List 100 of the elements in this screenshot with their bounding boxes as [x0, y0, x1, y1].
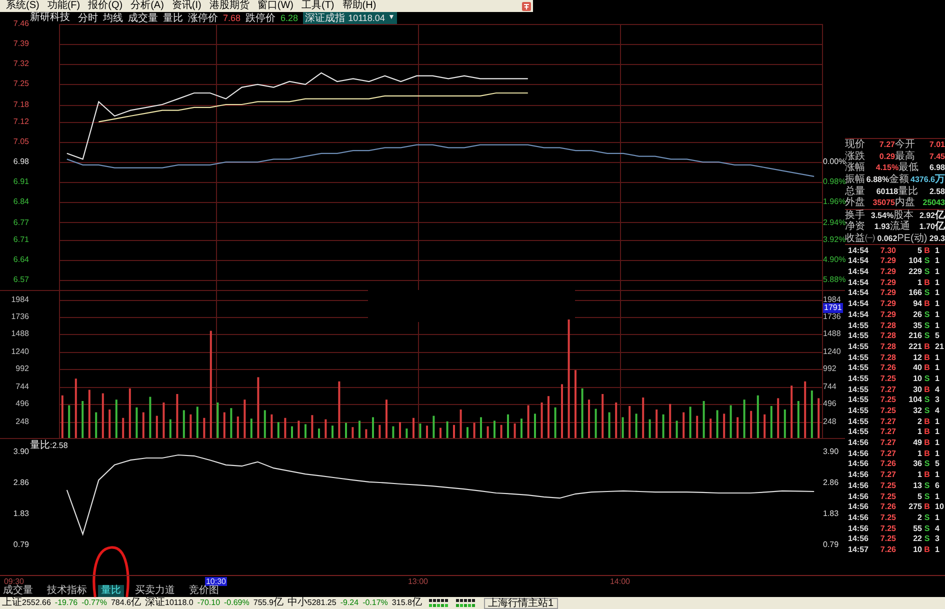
axis-label: 1.83 [13, 508, 29, 519]
axis-label: 6.91 [13, 177, 29, 188]
trade-count: 4 [935, 524, 940, 533]
index-change-percent: -0.17% [362, 597, 388, 609]
trade-volume: 275 [908, 502, 922, 512]
chart-title: 量比:2.58 [30, 440, 68, 452]
axis-label: 0.00% [823, 157, 846, 166]
trade-price: 7.25 [880, 524, 896, 533]
trade-price: 7.30 [880, 246, 896, 255]
index-turnover: 315.8亿 [392, 597, 422, 609]
tab[interactable]: 技术指标 [44, 585, 90, 597]
trade-price: 7.25 [880, 512, 896, 522]
trade-count: 1 [935, 363, 940, 372]
trade-volume: 1 [918, 278, 922, 287]
trade-volume: 55 [913, 524, 922, 533]
index-turnover: 755.9亿 [253, 597, 284, 609]
trade-volume: 40 [913, 363, 922, 372]
menu-item[interactable]: 功能(F) [43, 0, 84, 12]
trade-volume: 216 [908, 331, 922, 340]
trade-side: S [924, 524, 930, 533]
trade-time: 14:54 [848, 246, 868, 255]
trade-side: B [924, 502, 930, 512]
quote-label: 净资 [845, 221, 865, 232]
trade-volume: 1 [918, 427, 922, 436]
index-change-percent: -0.69% [224, 597, 250, 609]
quote-label: 量比 [898, 186, 918, 197]
trade-price: 7.28 [880, 342, 896, 351]
trade-price: 7.26 [880, 502, 896, 512]
axis-label: 496 [16, 399, 29, 410]
axis-label: 1984 [11, 294, 29, 305]
tab[interactable]: 竞价图 [186, 585, 222, 597]
trade-volume: 1 [918, 448, 922, 458]
trade-side: S [924, 534, 930, 544]
trade-time: 14:54 [848, 278, 868, 287]
trade-side: B [924, 278, 930, 287]
trade-time: 14:55 [848, 374, 868, 383]
tab[interactable]: 买卖力道 [132, 585, 178, 597]
trade-time: 14:55 [848, 416, 868, 426]
index-quote: 上证2552.66 [2, 597, 51, 609]
trade-count: 6 [935, 480, 940, 490]
trade-count: 1 [935, 374, 940, 383]
axis-label: 2.86 [823, 478, 839, 488]
axis-label: 1984 [823, 294, 841, 304]
trade-time: 14:55 [848, 320, 868, 330]
tab[interactable]: 量比 [98, 585, 124, 597]
trade-time: 14:55 [848, 331, 868, 340]
quote-value: 2.92亿 [919, 210, 945, 221]
trade-time: 14:54 [848, 299, 868, 308]
status-squares-icon [456, 599, 476, 607]
quote-value: 29.3 [929, 233, 945, 244]
axis-label: 3.92% [823, 234, 846, 245]
quote-value: 7.01 [929, 139, 945, 150]
app-logo-icon[interactable] [522, 2, 531, 10]
trade-count: 4 [935, 384, 940, 394]
menu-item[interactable]: 帮助(H) [338, 0, 380, 12]
quote-value: 4376.6万 [910, 174, 945, 186]
trade-time: 14:54 [848, 267, 868, 276]
trade-price: 7.25 [880, 492, 896, 500]
quote-label: 涨幅 [845, 162, 865, 174]
chart-legend-text: 跌停价 [246, 12, 276, 24]
trade-side: S [924, 406, 930, 415]
trade-side: B [924, 470, 930, 480]
axis-label: 6.84 [13, 197, 29, 208]
trade-count: 3 [935, 395, 940, 404]
quote-label: 现价 [845, 139, 865, 150]
trade-volume: 166 [908, 288, 922, 298]
axis-label: 3.90 [13, 447, 29, 457]
index-quote: 深证10118.0 [145, 597, 194, 609]
trade-count: 21 [935, 342, 944, 351]
trade-count: 1 [935, 320, 940, 330]
quote-value: 3.54% [870, 210, 894, 220]
trade-price: 7.26 [880, 459, 896, 468]
tab[interactable]: 成交量 [0, 585, 36, 597]
axis-label: 992 [823, 364, 836, 374]
menu-item[interactable]: 分析(A) [126, 0, 168, 12]
menu-item[interactable]: 港股期货 [205, 0, 254, 12]
trade-side: S [924, 267, 930, 276]
menu-item[interactable]: 报价(Q) [84, 0, 127, 12]
quote-label: 外盘 [845, 197, 865, 208]
trade-volume: 2 [918, 416, 922, 426]
quote-value: 7.45 [929, 150, 945, 162]
quote-label: 涨跌 [845, 150, 865, 162]
axis-label: 7.46 [13, 19, 29, 29]
axis-label: 7.12 [13, 116, 29, 127]
menu-item[interactable]: 工具(T) [297, 0, 338, 12]
trade-side: B [924, 363, 930, 372]
trade-volume: 26 [913, 310, 922, 319]
trade-time: 14:55 [848, 395, 868, 404]
menu-item[interactable]: 资讯(I) [168, 0, 206, 12]
trade-time: 14:54 [848, 310, 868, 319]
time-label: 09:30 [2, 577, 24, 586]
trade-price: 7.25 [880, 480, 896, 490]
axis-label: 6.57 [13, 275, 29, 285]
trade-time: 14:55 [848, 406, 868, 415]
axis-label: 248 [823, 416, 836, 427]
trade-time: 14:55 [848, 342, 868, 351]
quote-value: 4.15% [876, 163, 899, 174]
trade-time: 14:56 [848, 534, 868, 544]
trade-count: 1 [935, 427, 940, 436]
quote-label: 振幅 [845, 174, 865, 186]
